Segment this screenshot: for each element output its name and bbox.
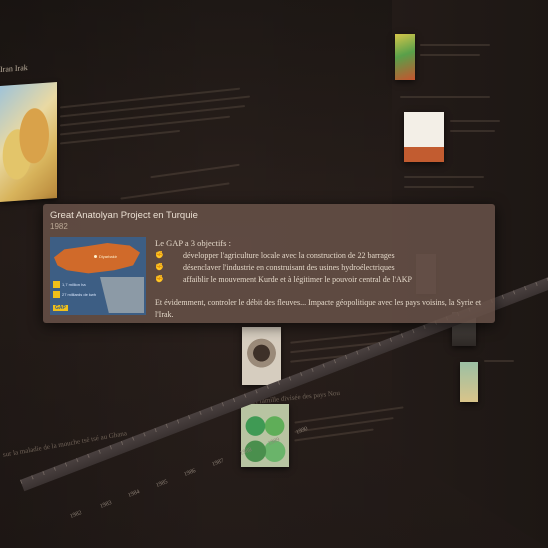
text-line xyxy=(420,54,480,56)
lightning-icon xyxy=(53,291,60,298)
text-line xyxy=(404,186,474,188)
text-line xyxy=(400,96,490,98)
event-thumbnail-fields[interactable] xyxy=(241,404,289,467)
city-marker xyxy=(94,255,97,258)
gap-badge: GAP xyxy=(53,305,68,311)
event-detail-popup[interactable]: Great Anatolyan Project en Turquie 1982 … xyxy=(43,204,495,323)
text-line xyxy=(450,120,500,122)
irrigation-icon xyxy=(53,281,60,288)
event-thumbnail-map-small[interactable] xyxy=(395,34,415,80)
fist-icon: ✊ xyxy=(155,251,164,259)
objective-text: désenclaver l'industrie en construisant … xyxy=(183,262,395,272)
fist-icon: ✊ xyxy=(155,275,164,283)
turkey-shape xyxy=(54,243,140,274)
legend-text: 27 milliards de kwh xyxy=(62,292,97,297)
text-line xyxy=(404,176,484,178)
popup-intro: Le GAP a 3 objectifs : xyxy=(155,238,231,248)
event-thumbnail-poster[interactable] xyxy=(404,112,444,162)
legend-row: 27 milliards de kwh xyxy=(53,291,119,298)
text-line xyxy=(450,130,495,132)
popup-paragraph: Et évidemment, controler le débit des fl… xyxy=(155,298,482,319)
text-line xyxy=(420,44,490,46)
event-map-thumbnail[interactable] xyxy=(0,82,57,202)
fist-icon: ✊ xyxy=(155,263,164,271)
event-thumbnail-pipe[interactable] xyxy=(242,327,281,385)
objective-item: ✊ désenclaver l'industrie en construisan… xyxy=(155,261,412,273)
objective-item: ✊ développer l'agriculture locale avec l… xyxy=(155,249,412,261)
city-label: Diyarbakir xyxy=(99,254,118,259)
legend-row: 1,7 million ha xyxy=(53,281,119,288)
objective-text: développer l'agriculture locale avec la … xyxy=(183,250,395,260)
text-line xyxy=(484,360,514,362)
objective-text: affaiblir le mouvement Kurde et à légiti… xyxy=(183,274,412,284)
event-thumbnail-landscape[interactable] xyxy=(460,362,478,402)
legend-text: 1,7 million ha xyxy=(62,282,86,287)
objectives-list: ✊ développer l'agriculture locale avec l… xyxy=(155,249,412,285)
popup-image-turkey-map[interactable]: Diyarbakir 1,7 million ha 27 milliards d… xyxy=(50,237,146,315)
popup-date: 1982 xyxy=(50,222,68,231)
objective-item: ✊ affaiblir le mouvement Kurde et à légi… xyxy=(155,273,412,285)
popup-title: Great Anatolyan Project en Turquie xyxy=(50,210,198,221)
